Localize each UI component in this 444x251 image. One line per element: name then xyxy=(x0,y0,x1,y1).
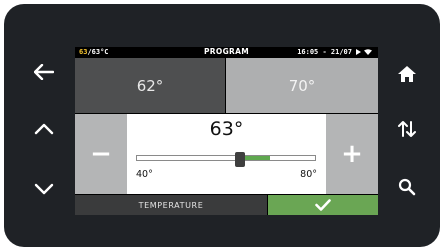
confirm-button[interactable] xyxy=(268,195,378,215)
chevron-down-icon xyxy=(34,183,54,195)
play-icon xyxy=(356,49,361,55)
preset-low-button[interactable]: 62° xyxy=(75,58,225,113)
search-icon xyxy=(398,178,416,196)
current-temperature: 63° xyxy=(209,118,244,140)
back-button[interactable] xyxy=(27,55,61,89)
down-button[interactable] xyxy=(27,172,61,206)
range-max-label: 80° xyxy=(300,169,317,180)
home-icon xyxy=(398,66,416,82)
display-screen: 63/63°C PROGRAM 16:05 - 21/07 62° 70° − … xyxy=(75,47,378,215)
temperature-panel: 63° 40° 80° xyxy=(127,114,326,194)
temperature-slider-thumb[interactable] xyxy=(234,152,245,167)
home-button[interactable] xyxy=(390,57,424,91)
search-button[interactable] xyxy=(390,170,424,204)
checkmark-icon xyxy=(315,199,331,211)
range-min-label: 40° xyxy=(136,169,153,180)
sort-button[interactable] xyxy=(390,112,424,146)
preset-high-label: 70° xyxy=(288,76,316,95)
footer-label: TEMPERATURE xyxy=(75,195,267,215)
preset-low-label: 62° xyxy=(136,76,164,95)
wifi-icon xyxy=(364,49,372,55)
temperature-slider-track[interactable] xyxy=(136,155,316,161)
time-date: 16:05 - 21/07 xyxy=(297,48,352,56)
back-arrow-icon xyxy=(34,64,54,80)
minus-icon: − xyxy=(90,139,112,169)
footer-label-text: TEMPERATURE xyxy=(138,200,204,210)
status-bar: 63/63°C PROGRAM 16:05 - 21/07 xyxy=(75,47,378,57)
sort-arrows-icon xyxy=(398,121,416,137)
increase-button[interactable]: + xyxy=(326,114,378,194)
preset-high-button[interactable]: 70° xyxy=(226,58,378,113)
decrease-button[interactable]: − xyxy=(75,114,127,194)
plus-icon: + xyxy=(341,139,363,169)
status-right: 16:05 - 21/07 xyxy=(297,47,372,57)
chevron-up-icon xyxy=(34,123,54,135)
up-button[interactable] xyxy=(27,112,61,146)
